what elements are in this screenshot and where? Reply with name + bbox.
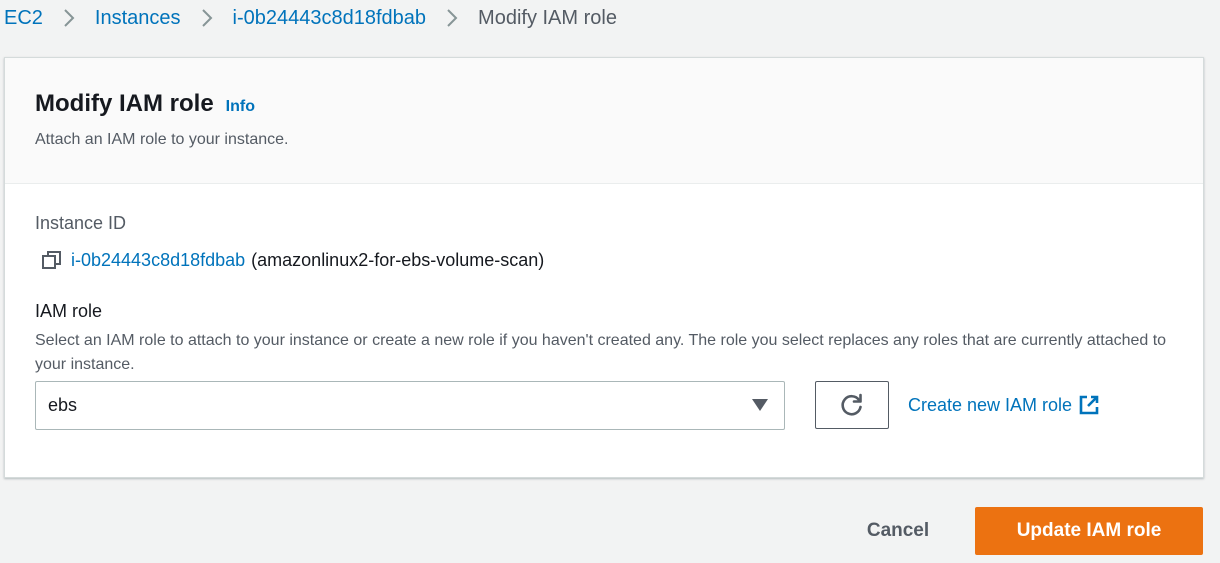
external-link-icon: [1078, 394, 1100, 416]
chevron-right-icon: [201, 8, 213, 28]
iam-role-help-text: Select an IAM role to attach to your ins…: [35, 332, 1167, 373]
create-iam-role-label: Create new IAM role: [908, 394, 1073, 415]
iam-role-label: IAM role: [35, 301, 103, 321]
breadcrumb-instances[interactable]: Instances: [95, 7, 181, 30]
cancel-button[interactable]: Cancel: [848, 507, 948, 555]
chevron-right-icon: [446, 8, 458, 28]
breadcrumb: EC2 Instances i-0b24443c8d18fdbab Modify…: [4, 4, 617, 32]
breadcrumb-instance-id[interactable]: i-0b24443c8d18fdbab: [233, 7, 427, 30]
instance-id-row: i-0b24443c8d18fdbab (amazonlinux2-for-eb…: [41, 249, 544, 271]
panel-title-row: Modify IAM role Info: [35, 90, 255, 118]
refresh-icon: [841, 393, 862, 416]
refresh-button[interactable]: [815, 381, 889, 429]
breadcrumb-current: Modify IAM role: [478, 6, 617, 29]
caret-down-icon: [752, 399, 768, 411]
modify-iam-role-panel: Modify IAM role Info Attach an IAM role …: [4, 57, 1204, 478]
instance-id-link[interactable]: i-0b24443c8d18fdbab: [71, 250, 245, 271]
iam-role-selected-value: ebs: [48, 395, 78, 415]
update-iam-role-button[interactable]: Update IAM role: [975, 507, 1203, 555]
instance-id-label: Instance ID: [35, 213, 127, 233]
page-title: Modify IAM role: [35, 90, 214, 117]
info-link[interactable]: Info: [226, 98, 255, 116]
copy-icon[interactable]: [41, 249, 63, 271]
panel-header: Modify IAM role Info Attach an IAM role …: [5, 58, 1203, 184]
iam-role-select[interactable]: ebs: [35, 381, 785, 430]
breadcrumb-ec2[interactable]: EC2: [4, 7, 43, 30]
panel-description: Attach an IAM role to your instance.: [35, 131, 289, 148]
instance-name: (amazonlinux2-for-ebs-volume-scan): [251, 249, 545, 270]
create-iam-role-link[interactable]: Create new IAM role: [908, 394, 1100, 416]
chevron-right-icon: [63, 8, 75, 28]
